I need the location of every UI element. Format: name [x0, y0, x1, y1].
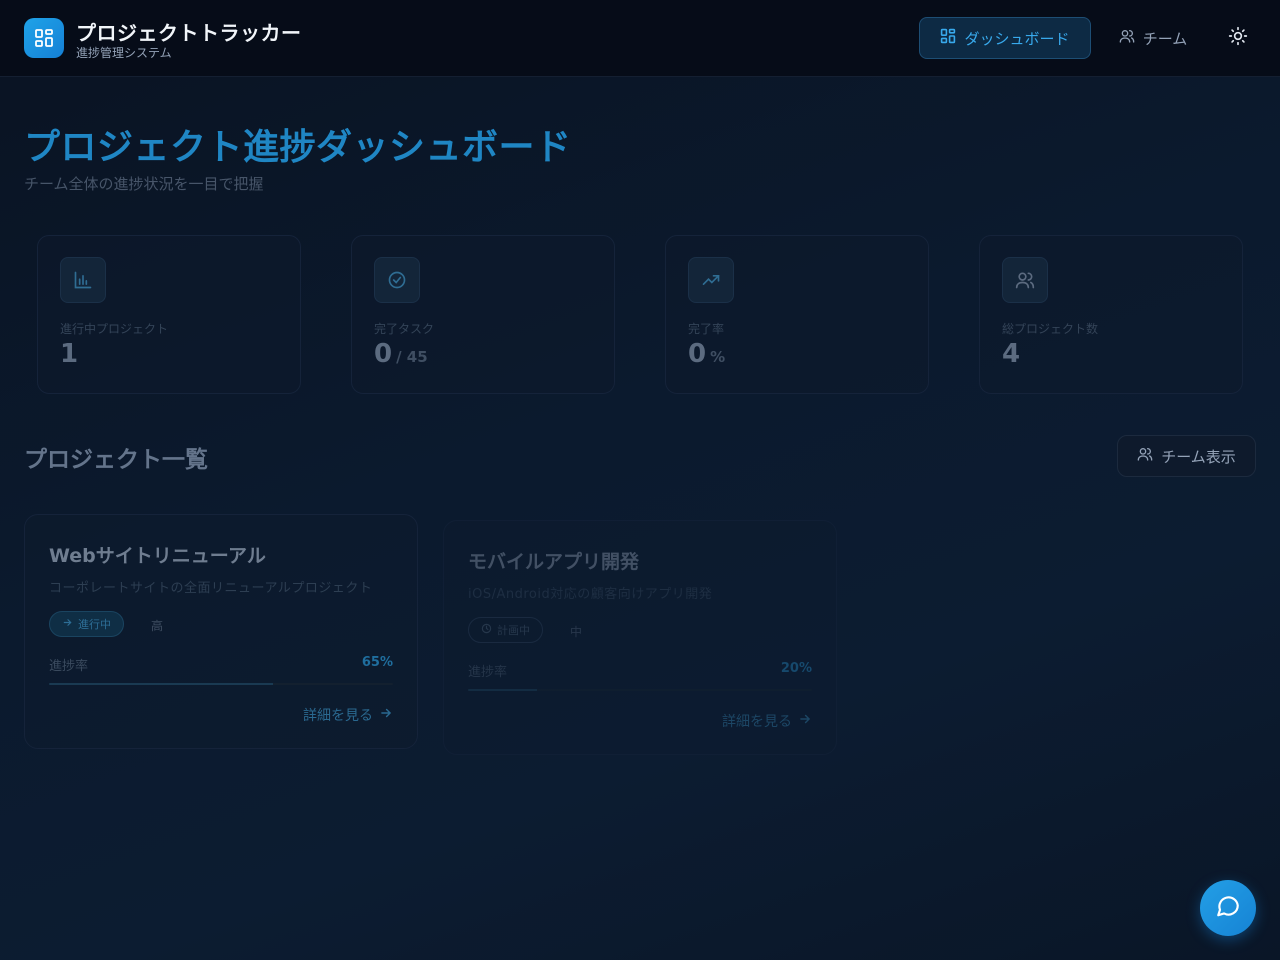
progress-value: 65% — [361, 655, 393, 670]
progress-value: 20% — [780, 661, 812, 676]
project-name: モバイルアプリ開発 — [468, 551, 640, 573]
sun-icon — [1228, 26, 1248, 50]
stat-card-total-projects: 総プロジェクト数 4 — [979, 235, 1243, 394]
theme-toggle-button[interactable] — [1218, 17, 1258, 59]
check-circle-icon — [374, 257, 420, 303]
app-title: プロジェクトトラッカー — [76, 21, 302, 45]
app-subtitle: 進捗管理システム — [76, 46, 172, 60]
arrow-right-icon — [379, 706, 393, 724]
stat-card-completion-rate: 完了率 0% — [665, 235, 929, 394]
stat-value: 0/ 45 — [374, 339, 428, 369]
team-view-button[interactable]: チーム表示 — [1117, 435, 1256, 477]
clock-icon — [481, 623, 492, 637]
arrow-right-icon — [798, 712, 812, 730]
nav-dashboard-button[interactable]: ダッシュボード — [919, 17, 1091, 59]
arrow-right-icon — [62, 617, 73, 631]
nav-team-label: チーム — [1142, 29, 1188, 48]
users-icon — [1119, 28, 1135, 48]
grid-icon — [940, 28, 956, 48]
stat-unit: % — [710, 348, 726, 366]
progress-fill — [49, 683, 273, 685]
chat-button[interactable] — [1200, 880, 1256, 936]
stat-value: 0% — [688, 339, 726, 369]
trending-up-icon — [688, 257, 734, 303]
stat-value: 4 — [1002, 339, 1021, 369]
team-view-label: チーム表示 — [1161, 447, 1236, 466]
users-icon — [1002, 257, 1048, 303]
page-title: プロジェクト進捗ダッシュボード — [24, 127, 572, 168]
stat-label: 完了率 — [688, 322, 725, 336]
stat-unit: / 45 — [396, 348, 428, 366]
view-details-link[interactable]: 詳細を見る — [303, 705, 393, 725]
progress-label: 進捗率 — [468, 665, 508, 680]
app-header: プロジェクトトラッカー 進捗管理システム ダッシュボード チーム — [0, 0, 1280, 77]
priority-label: 中 — [570, 625, 583, 639]
stat-card-active-projects: 進行中プロジェクト 1 — [37, 235, 301, 394]
progress-label: 進捗率 — [49, 659, 89, 674]
project-name: Webサイトリニューアル — [49, 545, 266, 567]
stat-label: 完了タスク — [374, 322, 435, 336]
project-card[interactable]: モバイルアプリ開発 iOS/Android対応の顧客向けアプリ開発 計画中 中 … — [443, 520, 837, 755]
priority-label: 高 — [151, 619, 164, 633]
stat-value: 1 — [60, 339, 79, 369]
nav-dashboard-label: ダッシュボード — [964, 29, 1070, 48]
chat-bubble-icon — [1215, 893, 1241, 923]
users-icon — [1137, 446, 1153, 466]
nav-team-button[interactable]: チーム — [1103, 17, 1203, 59]
progress-fill — [468, 689, 537, 691]
view-details-link[interactable]: 詳細を見る — [722, 711, 812, 731]
stat-label: 進行中プロジェクト — [60, 322, 169, 336]
project-description: コーポレートサイトの全面リニューアルプロジェクト — [49, 581, 373, 596]
progress-bar — [468, 689, 812, 691]
progress-bar — [49, 683, 393, 685]
bar-chart-icon — [60, 257, 106, 303]
page-subtitle: チーム全体の進捗状況を一目で把握 — [24, 175, 264, 193]
project-description: iOS/Android対応の顧客向けアプリ開発 — [468, 587, 713, 602]
stat-label: 総プロジェクト数 — [1002, 322, 1099, 336]
stat-card-completed-tasks: 完了タスク 0/ 45 — [351, 235, 615, 394]
grid-icon[interactable] — [24, 18, 64, 58]
projects-section-title: プロジェクト一覧 — [24, 447, 208, 473]
status-badge: 進行中 — [49, 611, 124, 637]
status-badge: 計画中 — [468, 617, 543, 643]
project-card[interactable]: Webサイトリニューアル コーポレートサイトの全面リニューアルプロジェクト 進行… — [24, 514, 418, 749]
